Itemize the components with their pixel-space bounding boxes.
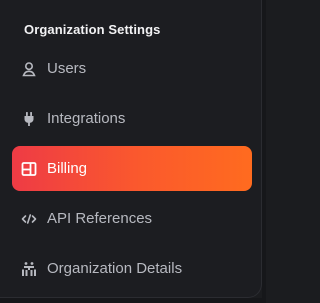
sidebar-item-billing[interactable]: Billing: [12, 146, 252, 191]
user-icon: [20, 60, 38, 78]
sidebar-item-organization-details[interactable]: Organization Details: [12, 246, 252, 291]
sidebar-item-api-references[interactable]: API References: [12, 196, 252, 241]
organization-settings-sidebar: Organization Settings Users Integrations…: [0, 0, 262, 298]
settings-menu: Users Integrations Billing API Reference…: [12, 46, 252, 296]
billing-icon: [20, 160, 38, 178]
sidebar-item-users[interactable]: Users: [12, 46, 252, 91]
content-edge: [262, 0, 266, 303]
plug-icon: [20, 110, 38, 128]
sidebar-item-label: Integrations: [47, 110, 126, 127]
organization-icon: [20, 260, 38, 278]
sidebar-item-label: API References: [47, 210, 153, 227]
sidebar-item-label: Billing: [47, 160, 88, 177]
content-edge-bottom: [0, 298, 266, 303]
sidebar-item-integrations[interactable]: Integrations: [12, 96, 252, 141]
sidebar-item-label: Organization Details: [47, 260, 183, 277]
section-title: Organization Settings: [24, 22, 161, 37]
code-icon: [20, 210, 38, 228]
sidebar-item-label: Users: [47, 60, 87, 77]
